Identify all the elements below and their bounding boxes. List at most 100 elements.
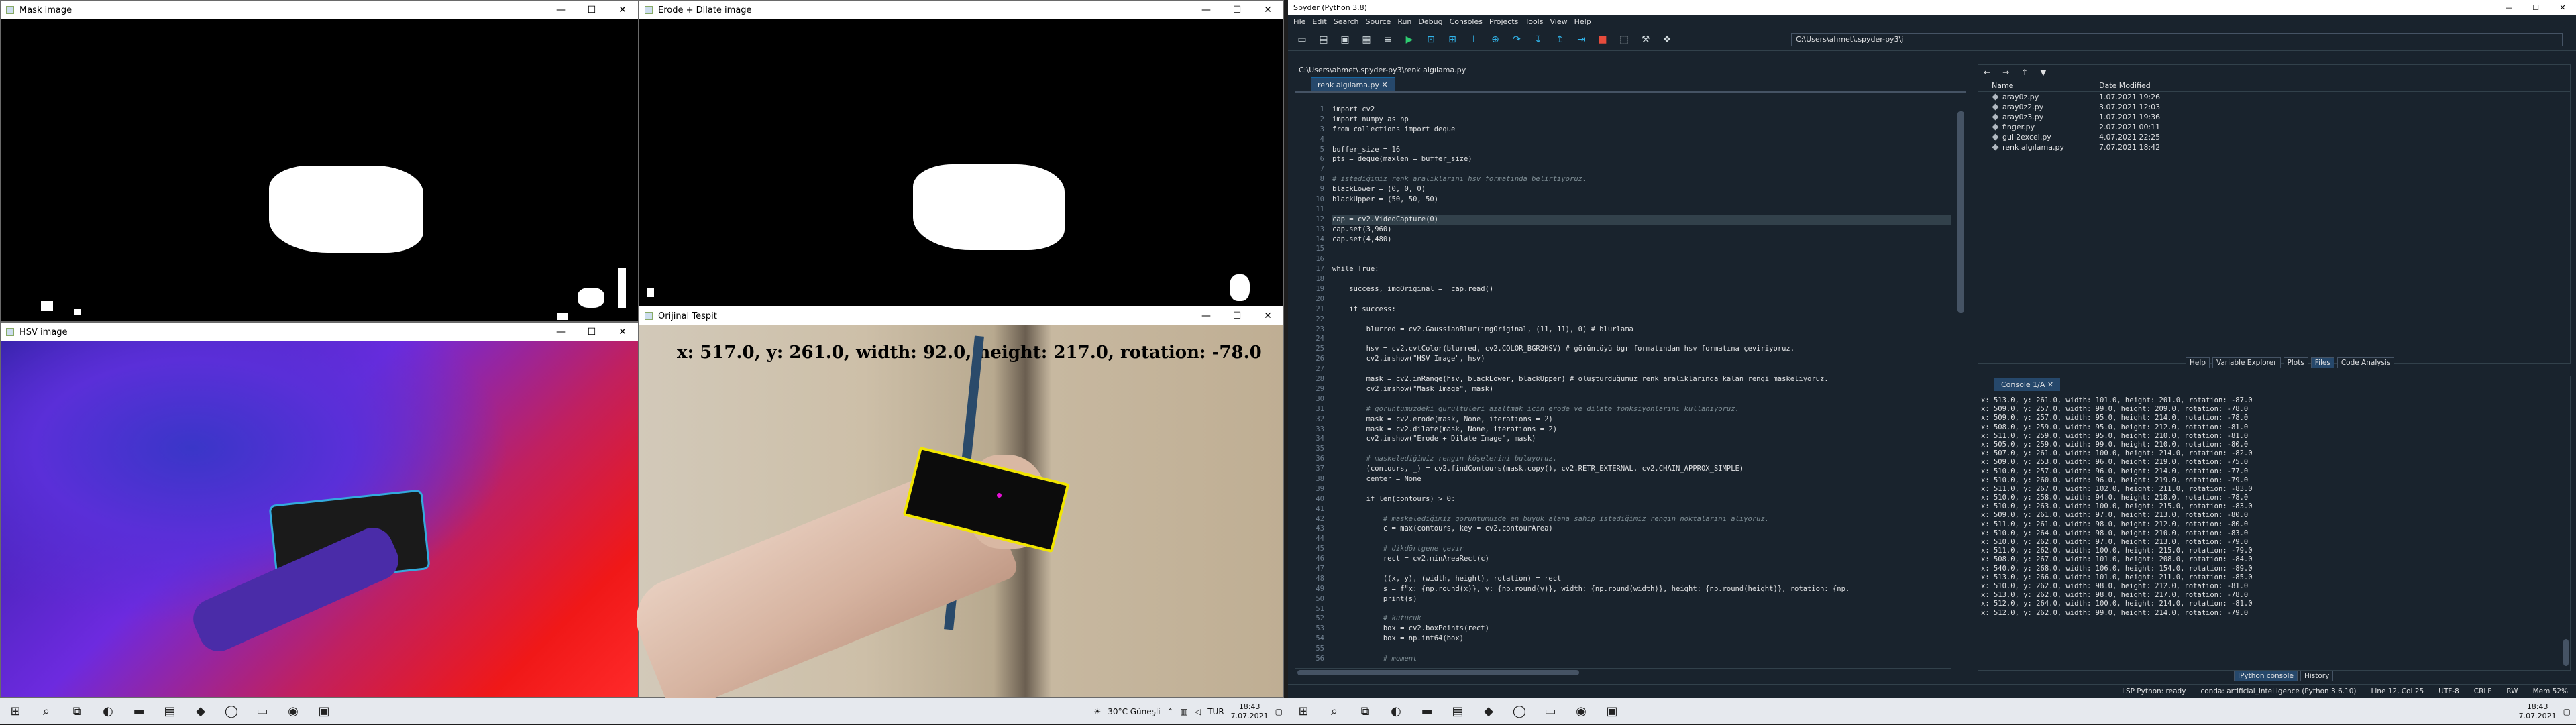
open-file-icon[interactable]: ▤ bbox=[1316, 32, 1331, 47]
code-line[interactable]: mask = cv2.dilate(mask, None, iterations… bbox=[1332, 425, 1951, 435]
back-icon[interactable]: ← bbox=[1984, 68, 1990, 77]
new-file-icon[interactable]: ▭ bbox=[1295, 32, 1309, 47]
window-titlebar[interactable]: Orijinal Tespit —☐✕ bbox=[639, 306, 1283, 325]
close-button[interactable]: ✕ bbox=[1252, 306, 1283, 325]
task-view-icon[interactable]: ⧉ bbox=[1350, 698, 1381, 725]
file-row[interactable]: arayüz2.py3.07.2021 12:03 bbox=[1978, 102, 2570, 112]
network-icon[interactable]: ▥ bbox=[1181, 707, 1188, 716]
notifications-icon[interactable]: ▢ bbox=[1275, 707, 1283, 716]
code-lines[interactable]: import cv2import numpy as npfrom collect… bbox=[1332, 105, 1951, 664]
column-date[interactable]: Date Modified bbox=[2099, 80, 2206, 91]
code-line[interactable]: cap = cv2.VideoCapture(0) bbox=[1332, 215, 1951, 225]
weather-icon[interactable]: ☀ bbox=[1094, 707, 1102, 716]
code-line[interactable] bbox=[1332, 444, 1951, 454]
terminal-icon[interactable]: ▭ bbox=[1535, 698, 1566, 725]
office-icon[interactable]: ◆ bbox=[1473, 698, 1504, 725]
window-titlebar[interactable]: HSV image —☐✕ bbox=[1, 323, 638, 341]
code-line[interactable]: cv2.imshow("Mask Image", mask) bbox=[1332, 384, 1951, 394]
code-line[interactable]: (contours, _) = cv2.findContours(mask.co… bbox=[1332, 464, 1951, 474]
code-line[interactable]: if success: bbox=[1332, 304, 1951, 315]
close-button[interactable]: ✕ bbox=[607, 323, 638, 341]
start-icon[interactable]: ⊞ bbox=[1288, 698, 1319, 725]
file-row[interactable]: arayüz.py1.07.2021 19:26 bbox=[1978, 92, 2570, 102]
preferences-icon[interactable]: ≡ bbox=[1381, 32, 1395, 47]
working-directory-input[interactable]: C:\Users\ahmet\.spyder-py3\j bbox=[1791, 33, 2563, 46]
editor-horizontal-scrollbar[interactable] bbox=[1295, 668, 1951, 676]
code-line[interactable]: print(s) bbox=[1332, 594, 1951, 604]
code-line[interactable]: buffer_size = 16 bbox=[1332, 145, 1951, 155]
console-tab[interactable]: Console 1/A ✕ bbox=[1994, 378, 2060, 391]
editor-tab[interactable]: renk algılama.py ✕ bbox=[1311, 77, 1395, 91]
code-line[interactable]: cv2.imshow("HSV Image", hsv) bbox=[1332, 354, 1951, 364]
minimize-button[interactable]: — bbox=[1191, 306, 1222, 325]
minimize-button[interactable]: — bbox=[545, 1, 576, 19]
code-line[interactable]: center = None bbox=[1332, 474, 1951, 484]
tab-code-analysis[interactable]: Code Analysis bbox=[2337, 357, 2394, 368]
tab-history[interactable]: History bbox=[2300, 671, 2333, 681]
code-line[interactable]: mask = cv2.inRange(hsv, blackLower, blac… bbox=[1332, 374, 1951, 384]
code-line[interactable] bbox=[1332, 205, 1951, 215]
notifications-icon[interactable]: ▢ bbox=[2563, 707, 2571, 716]
task-view-icon[interactable]: ⧉ bbox=[62, 698, 93, 725]
store-icon[interactable]: ▤ bbox=[154, 698, 185, 725]
start-icon[interactable]: ⊞ bbox=[0, 698, 31, 725]
code-line[interactable]: cap.set(4,480) bbox=[1332, 235, 1951, 245]
menu-view[interactable]: View bbox=[1550, 17, 1567, 26]
menu-source[interactable]: Source bbox=[1366, 17, 1391, 26]
code-line[interactable]: blackLower = (0, 0, 0) bbox=[1332, 184, 1951, 194]
step-icon[interactable]: ↷ bbox=[1509, 32, 1524, 47]
code-line[interactable] bbox=[1332, 394, 1951, 404]
step-return-icon[interactable]: ↥ bbox=[1552, 32, 1567, 47]
code-line[interactable]: import cv2 bbox=[1332, 105, 1951, 115]
code-line[interactable] bbox=[1332, 504, 1951, 514]
menu-projects[interactable]: Projects bbox=[1489, 17, 1518, 26]
code-line[interactable] bbox=[1332, 364, 1951, 374]
code-line[interactable]: while True: bbox=[1332, 264, 1951, 274]
step-into-icon[interactable]: ↧ bbox=[1531, 32, 1546, 47]
menu-tools[interactable]: Tools bbox=[1525, 17, 1543, 26]
code-line[interactable]: blurred = cv2.GaussianBlur(imgOriginal, … bbox=[1332, 325, 1951, 335]
menu-debug[interactable]: Debug bbox=[1418, 17, 1442, 26]
menu-edit[interactable]: Edit bbox=[1312, 17, 1326, 26]
spyder-titlebar[interactable]: Spyder (Python 3.8) —☐✕ bbox=[1288, 0, 2576, 15]
code-line[interactable]: # istediğimiz renk aralıklarını hsv form… bbox=[1332, 174, 1951, 184]
code-line[interactable] bbox=[1332, 564, 1951, 574]
menu-file[interactable]: File bbox=[1293, 17, 1305, 26]
code-line[interactable] bbox=[1332, 484, 1951, 494]
code-line[interactable]: # kutucuk bbox=[1332, 614, 1951, 624]
tray-chevron-icon[interactable]: ⌃ bbox=[1167, 707, 1174, 716]
code-line[interactable]: # maskelediğimiz görüntümüzde en büyük a… bbox=[1332, 514, 1951, 524]
minimize-button[interactable]: — bbox=[545, 323, 576, 341]
code-line[interactable] bbox=[1332, 315, 1951, 325]
search-icon[interactable]: ⌕ bbox=[1319, 698, 1350, 725]
code-line[interactable] bbox=[1332, 254, 1951, 264]
file-row[interactable]: arayüz3.py1.07.2021 19:36 bbox=[1978, 112, 2570, 122]
code-line[interactable]: if len(contours) > 0: bbox=[1332, 494, 1951, 504]
parent-icon[interactable]: ↑ bbox=[2021, 68, 2028, 77]
volume-icon[interactable]: ◁ bbox=[1195, 707, 1201, 716]
tab-variable-explorer[interactable]: Variable Explorer bbox=[2212, 357, 2281, 368]
filter-icon[interactable]: ▼ bbox=[2040, 68, 2046, 77]
anaconda-icon[interactable]: ◯ bbox=[216, 698, 247, 725]
maximize-button[interactable]: ☐ bbox=[576, 323, 607, 341]
close-button[interactable]: ✕ bbox=[607, 1, 638, 19]
edge-icon[interactable]: ◐ bbox=[1381, 698, 1411, 725]
minimize-button[interactable]: — bbox=[1191, 1, 1222, 19]
file-explorer-icon[interactable]: ▬ bbox=[123, 698, 154, 725]
code-line[interactable]: s = f"x: {np.round(x)}, y: {np.round(y)}… bbox=[1332, 584, 1951, 594]
editor-vertical-scrollbar[interactable] bbox=[1955, 105, 1966, 664]
code-line[interactable]: # moment bbox=[1332, 654, 1951, 664]
code-line[interactable]: from collections import deque bbox=[1332, 125, 1951, 135]
debug-icon[interactable]: ⊕ bbox=[1488, 32, 1503, 47]
spyder-icon[interactable]: ▣ bbox=[1597, 698, 1627, 725]
menu-consoles[interactable]: Consoles bbox=[1450, 17, 1483, 26]
code-line[interactable] bbox=[1332, 244, 1951, 254]
clock[interactable]: 18:437.07.2021 bbox=[2519, 702, 2557, 721]
run-cell-advance-icon[interactable]: ⊞ bbox=[1445, 32, 1460, 47]
console-output[interactable]: x: 513.0, y: 261.0, width: 101.0, height… bbox=[1981, 396, 2558, 670]
file-row[interactable]: renk algılama.py7.07.2021 18:42 bbox=[1978, 142, 2570, 152]
close-button[interactable]: ✕ bbox=[2549, 0, 2576, 15]
continue-icon[interactable]: ⇥ bbox=[1574, 32, 1589, 47]
code-line[interactable]: mask = cv2.erode(mask, None, iterations … bbox=[1332, 414, 1951, 425]
code-line[interactable]: pts = deque(maxlen = buffer_size) bbox=[1332, 154, 1951, 164]
